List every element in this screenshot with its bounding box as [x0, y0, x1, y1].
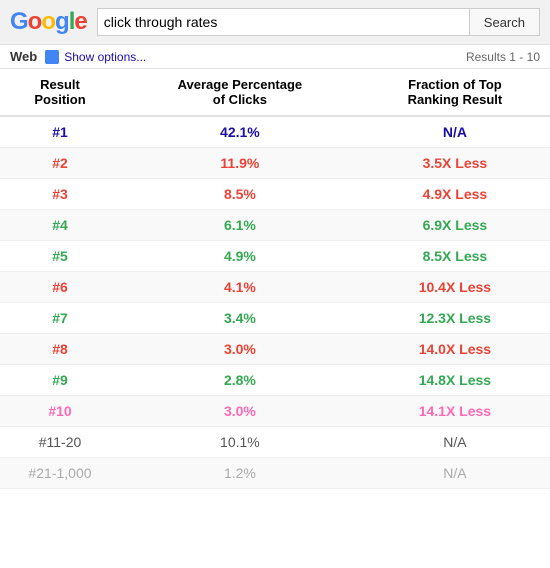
cell-position: #1 — [0, 116, 120, 148]
search-header: Google Search — [0, 0, 550, 45]
cell-position: #3 — [0, 179, 120, 210]
table-row: #11-2010.1%N/A — [0, 427, 550, 458]
cell-fraction: 8.5X Less — [360, 241, 550, 272]
cell-fraction: 14.8X Less — [360, 365, 550, 396]
table-row: #64.1%10.4X Less — [0, 272, 550, 303]
cell-position: #7 — [0, 303, 120, 334]
web-tab[interactable]: Web — [10, 49, 37, 64]
nav-bar: Web Show options... Results 1 - 10 — [0, 45, 550, 69]
cell-clicks: 11.9% — [120, 148, 360, 179]
show-options-link[interactable]: Show options... — [45, 50, 146, 64]
cell-position: #21-1,000 — [0, 458, 120, 489]
google-logo: Google — [10, 8, 87, 36]
cell-fraction: N/A — [360, 116, 550, 148]
cell-clicks: 42.1% — [120, 116, 360, 148]
cell-clicks: 3.0% — [120, 334, 360, 365]
show-options-label: Show options... — [64, 50, 146, 64]
table-row: #92.8%14.8X Less — [0, 365, 550, 396]
cell-fraction: 12.3X Less — [360, 303, 550, 334]
search-button[interactable]: Search — [469, 8, 540, 36]
table-header-row: ResultPosition Average Percentageof Clic… — [0, 69, 550, 116]
cell-clicks: 10.1% — [120, 427, 360, 458]
table-row: #142.1%N/A — [0, 116, 550, 148]
cell-clicks: 1.2% — [120, 458, 360, 489]
cell-position: #11-20 — [0, 427, 120, 458]
cell-position: #6 — [0, 272, 120, 303]
table-row: #73.4%12.3X Less — [0, 303, 550, 334]
cell-fraction: 3.5X Less — [360, 148, 550, 179]
cell-position: #4 — [0, 210, 120, 241]
col-header-clicks: Average Percentageof Clicks — [120, 69, 360, 116]
cell-clicks: 3.0% — [120, 396, 360, 427]
cell-position: #8 — [0, 334, 120, 365]
table-row: #21-1,0001.2%N/A — [0, 458, 550, 489]
table-row: #46.1%6.9X Less — [0, 210, 550, 241]
nav-left: Web Show options... — [10, 49, 146, 64]
cell-fraction: N/A — [360, 458, 550, 489]
results-count: Results 1 - 10 — [466, 50, 540, 64]
cell-clicks: 4.1% — [120, 272, 360, 303]
table-row: #211.9%3.5X Less — [0, 148, 550, 179]
cell-fraction: 6.9X Less — [360, 210, 550, 241]
col-header-fraction: Fraction of TopRanking Result — [360, 69, 550, 116]
cell-position: #5 — [0, 241, 120, 272]
cell-clicks: 8.5% — [120, 179, 360, 210]
show-options-icon — [45, 50, 59, 64]
search-input[interactable] — [97, 8, 469, 36]
table-row: #54.9%8.5X Less — [0, 241, 550, 272]
results-table: ResultPosition Average Percentageof Clic… — [0, 69, 550, 489]
table-row: #103.0%14.1X Less — [0, 396, 550, 427]
cell-clicks: 6.1% — [120, 210, 360, 241]
cell-position: #2 — [0, 148, 120, 179]
cell-fraction: 4.9X Less — [360, 179, 550, 210]
table-row: #38.5%4.9X Less — [0, 179, 550, 210]
cell-clicks: 2.8% — [120, 365, 360, 396]
table-row: #83.0%14.0X Less — [0, 334, 550, 365]
cell-fraction: 14.0X Less — [360, 334, 550, 365]
cell-clicks: 3.4% — [120, 303, 360, 334]
col-header-position: ResultPosition — [0, 69, 120, 116]
cell-fraction: N/A — [360, 427, 550, 458]
cell-clicks: 4.9% — [120, 241, 360, 272]
cell-position: #9 — [0, 365, 120, 396]
cell-fraction: 14.1X Less — [360, 396, 550, 427]
cell-position: #10 — [0, 396, 120, 427]
cell-fraction: 10.4X Less — [360, 272, 550, 303]
